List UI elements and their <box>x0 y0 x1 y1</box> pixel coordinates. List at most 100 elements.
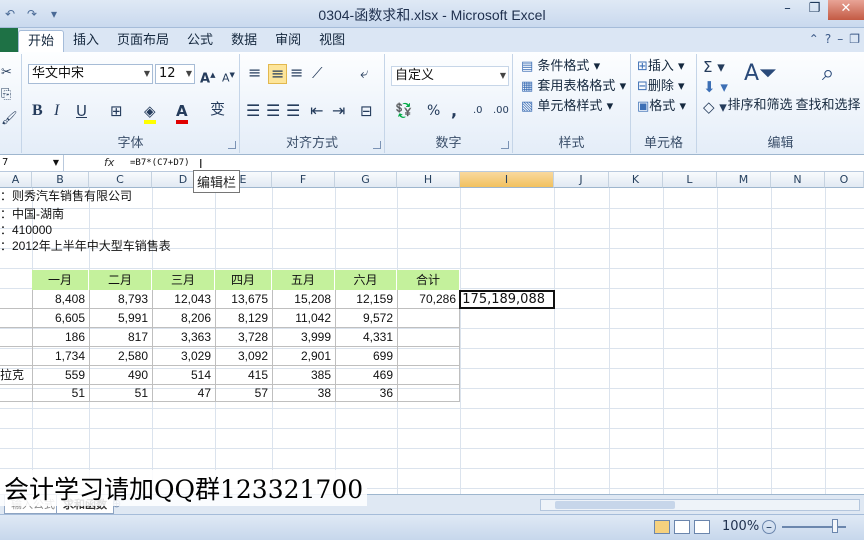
copy-icon[interactable]: ⎘ <box>1 86 11 104</box>
table-cell[interactable]: 4,331 <box>335 327 397 347</box>
font-name-combo[interactable]: 华文中宋 ▼ <box>28 64 153 84</box>
doc-minimize-icon[interactable]: – <box>837 32 843 46</box>
format-cells-button[interactable]: ▣格式 ▾ <box>637 98 686 116</box>
table-cell[interactable]: 699 <box>335 346 397 366</box>
row-label-cell[interactable]: 拉克 <box>0 365 32 385</box>
phonetic-icon[interactable]: 变 <box>210 100 225 118</box>
company-name-cell[interactable]: ：则秀汽车销售有限公司 <box>0 186 132 206</box>
column-header-j[interactable]: J <box>554 172 609 188</box>
table-cell[interactable]: 8,206 <box>152 308 215 328</box>
table-header-jun[interactable]: 六月 <box>335 270 397 290</box>
maximize-button[interactable]: ❐ <box>801 0 828 20</box>
doc-restore-icon[interactable]: ❐ <box>849 32 860 46</box>
cell-styles-button[interactable]: ▧ 单元格样式 ▾ <box>521 98 613 116</box>
font-dialog-launcher[interactable] <box>228 141 236 149</box>
column-header-n[interactable]: N <box>771 172 825 188</box>
alignment-dialog-launcher[interactable] <box>373 141 381 149</box>
table-header-total[interactable]: 合计 <box>397 270 460 290</box>
table-cell[interactable]: 469 <box>335 365 397 385</box>
format-as-table-button[interactable]: ▦ 套用表格格式 ▾ <box>521 78 626 96</box>
font-color-icon[interactable]: A <box>176 102 188 124</box>
table-header-mar[interactable]: 三月 <box>152 270 215 290</box>
table-cell[interactable]: 1,734 <box>32 346 89 366</box>
table-cell[interactable]: 490 <box>89 365 152 385</box>
table-header-feb[interactable]: 二月 <box>89 270 152 290</box>
borders-icon[interactable]: ⊞ <box>110 102 123 120</box>
table-cell[interactable]: 817 <box>89 327 152 347</box>
table-cell[interactable]: 51 <box>32 383 89 403</box>
percent-style-icon[interactable]: % <box>427 102 440 120</box>
table-cell[interactable]: 3,029 <box>152 346 215 366</box>
report-title-cell[interactable]: ：2012年上半年中大型车销售表 <box>0 236 171 256</box>
table-cell[interactable]: 12,159 <box>335 289 397 309</box>
zoom-slider-thumb[interactable] <box>832 519 838 533</box>
insert-cells-button[interactable]: ⊞插入 ▾ <box>637 58 685 76</box>
table-cell[interactable]: 12,043 <box>152 289 215 309</box>
align-center-icon[interactable]: ☰ <box>266 102 280 120</box>
orientation-icon[interactable]: ⟋ <box>312 64 323 82</box>
table-cell[interactable]: 8,793 <box>89 289 152 309</box>
table-cell[interactable]: 13,675 <box>215 289 272 309</box>
align-right-icon[interactable]: ☰ <box>286 102 300 120</box>
wrap-text-icon[interactable]: ⤶ <box>360 64 368 82</box>
table-cell[interactable]: 3,363 <box>152 327 215 347</box>
horizontal-scroll-thumb[interactable] <box>555 501 675 509</box>
increase-decimal-icon[interactable]: .0 <box>473 102 483 120</box>
table-cell[interactable]: 5,991 <box>89 308 152 328</box>
table-cell[interactable]: 11,042 <box>272 308 335 328</box>
tab-review[interactable]: 审阅 <box>266 30 310 52</box>
table-cell[interactable]: 186 <box>32 327 89 347</box>
decrease-decimal-icon[interactable]: .00 <box>493 102 509 120</box>
fill-icon[interactable]: ⬇ ▾ <box>703 78 728 96</box>
merge-center-icon[interactable]: ⊟ <box>360 102 373 120</box>
column-header-g[interactable]: G <box>335 172 397 188</box>
delete-cells-button[interactable]: ⊟删除 ▾ <box>637 78 685 96</box>
collapse-ribbon-icon[interactable]: ⌃ <box>809 32 819 46</box>
number-dialog-launcher[interactable] <box>501 141 509 149</box>
column-header-k[interactable]: K <box>609 172 663 188</box>
close-button[interactable]: ✕ <box>828 0 864 20</box>
table-header-may[interactable]: 五月 <box>272 270 335 290</box>
table-cell[interactable]: 514 <box>152 365 215 385</box>
worksheet-grid[interactable]: A B C D E F G H I J K L M N O ：则秀汽车销售有限公… <box>0 172 864 494</box>
table-cell[interactable]: 57 <box>215 383 272 403</box>
comma-style-icon[interactable]: , <box>451 102 457 120</box>
sort-filter-button[interactable]: A⏷ 排序和筛选 <box>727 58 793 113</box>
underline-icon[interactable]: U <box>76 102 87 120</box>
tab-data[interactable]: 数据 <box>222 30 266 52</box>
table-cell[interactable]: 51 <box>89 383 152 403</box>
grow-font-icon[interactable]: A▲ <box>200 66 215 88</box>
tab-formulas[interactable]: 公式 <box>178 30 222 52</box>
align-bottom-icon[interactable]: ≡ <box>290 64 303 82</box>
column-header-m[interactable]: M <box>717 172 771 188</box>
column-header-h[interactable]: H <box>397 172 460 188</box>
fill-color-icon[interactable]: ◈ <box>144 102 156 124</box>
table-cell[interactable]: 3,728 <box>215 327 272 347</box>
font-size-combo[interactable]: 12 ▼ <box>155 64 195 84</box>
name-box[interactable]: 7 ▼ <box>0 155 64 171</box>
page-layout-view-icon[interactable] <box>674 520 690 534</box>
table-cell[interactable]: 415 <box>215 365 272 385</box>
column-header-f[interactable]: F <box>272 172 335 188</box>
column-header-i[interactable]: I <box>460 172 554 188</box>
increase-indent-icon[interactable]: ⇥ <box>332 102 345 120</box>
tab-view[interactable]: 视图 <box>310 30 354 52</box>
help-icon[interactable]: ? <box>825 32 831 46</box>
table-cell[interactable]: 8,408 <box>32 289 89 309</box>
table-cell-total[interactable]: 70,286 <box>397 289 460 309</box>
shrink-font-icon[interactable]: A▼ <box>222 66 235 88</box>
table-cell[interactable]: 36 <box>335 383 397 403</box>
tab-insert[interactable]: 插入 <box>64 30 108 52</box>
cut-icon[interactable]: ✂ <box>1 64 12 82</box>
page-break-view-icon[interactable] <box>694 520 710 534</box>
table-cell[interactable]: 8,129 <box>215 308 272 328</box>
table-cell[interactable]: 3,092 <box>215 346 272 366</box>
table-cell[interactable]: 47 <box>152 383 215 403</box>
align-top-icon[interactable]: ≡ <box>248 64 261 82</box>
format-painter-icon[interactable]: 🖌 <box>1 110 18 128</box>
number-format-combo[interactable]: 自定义 ▼ <box>391 66 509 86</box>
active-cell[interactable]: 175,189,088 <box>459 290 555 309</box>
column-header-l[interactable]: L <box>663 172 717 188</box>
minimize-button[interactable]: – <box>774 0 801 20</box>
insert-function-icon[interactable]: fx <box>104 155 114 171</box>
